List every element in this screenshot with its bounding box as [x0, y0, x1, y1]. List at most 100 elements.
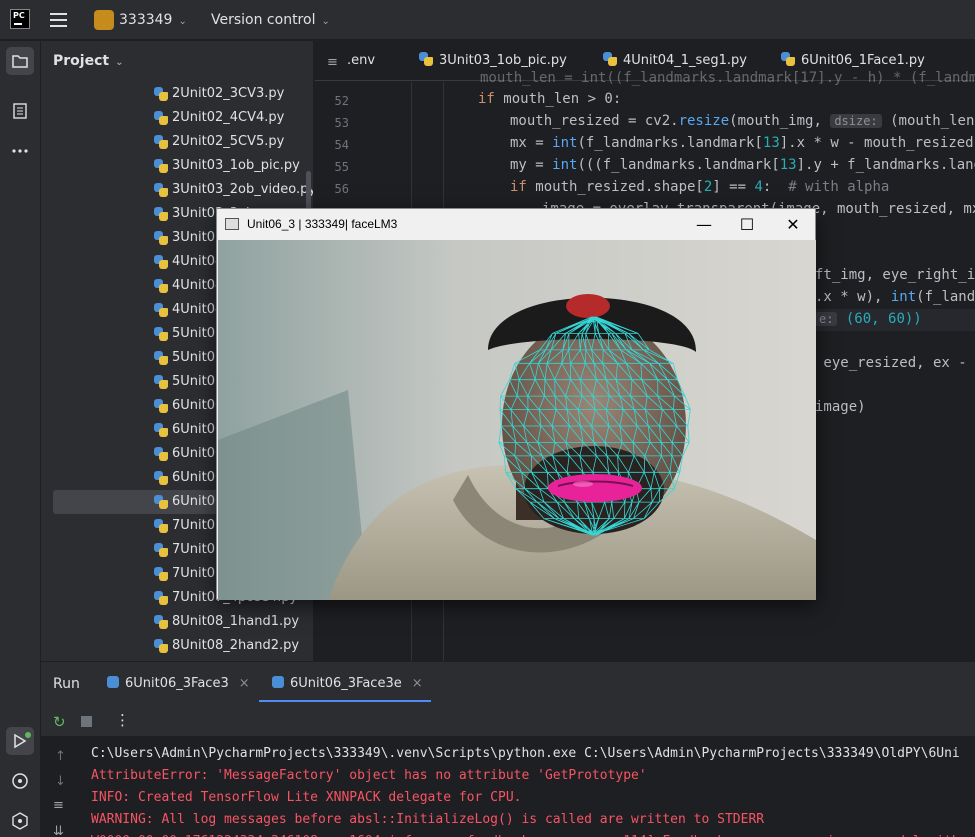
python-file-icon [154, 567, 168, 581]
code-line-56: if mouth_resized.shape[2] == 4: # with a… [510, 179, 890, 195]
project-switcher[interactable]: 333349 ⌄ [119, 12, 187, 28]
run-panel: Run 6Unit06_3Face3 × 6Unit06_3Face3e × ↻ ⋮… [41, 661, 975, 837]
line-number: 54 [334, 138, 349, 152]
file-tree-item[interactable]: 8Unit08_1hand1.py [53, 610, 311, 634]
python-run-icon [272, 676, 284, 688]
line-number: 52 [334, 94, 349, 108]
minimize-button[interactable]: — [689, 213, 719, 237]
code-line-53: mouth_resized = cv2.resize(mouth_img, ds… [510, 113, 975, 129]
python-run-icon [107, 676, 119, 688]
tab-label: 4Unit04_1_seg1.py [623, 53, 747, 68]
text-file-icon: ≡ [327, 55, 338, 70]
python-file-icon [154, 111, 168, 125]
file-tree-item[interactable]: 2Unit02_3CV3.py [53, 82, 311, 106]
file-name: 2Unit02_3CV3.py [172, 86, 285, 101]
chevron-down-icon: ⌄ [178, 16, 187, 27]
code-fragment: eye_resized, ex - 3 [815, 355, 975, 371]
python-file-icon [603, 52, 617, 66]
file-tree-item[interactable]: 2Unit02_5CV5.py [53, 130, 311, 154]
python-console-icon[interactable] [6, 767, 34, 795]
console-line: AttributeError: 'MessageFactory' object … [91, 768, 647, 783]
project-folder-icon[interactable] [6, 47, 34, 75]
file-tree-item[interactable]: 3Unit03_1ob_pic.py [53, 154, 311, 178]
python-file-icon [154, 135, 168, 149]
python-file-icon [154, 159, 168, 173]
run-tool-icon[interactable] [6, 727, 34, 755]
version-control-label: Version control [211, 12, 316, 28]
line-number: 53 [334, 116, 349, 130]
opencv-window[interactable]: Unit06_3 | 333349| faceLM3 — ☐ ✕ [216, 208, 816, 600]
window-title: Unit06_3 | 333349| faceLM3 [247, 217, 398, 231]
scroll-up-icon[interactable]: ↑ [55, 749, 66, 764]
python-file-icon [154, 279, 168, 293]
inlay-hint: dsize: [830, 114, 882, 128]
file-name: 3Unit03_2ob_video.py [172, 182, 314, 197]
scroll-down-icon[interactable]: ↓ [55, 774, 66, 789]
run-tab-face3[interactable]: 6Unit06_3Face3 × [107, 676, 250, 691]
chevron-down-icon: ⌄ [321, 16, 330, 27]
close-button[interactable]: ✕ [778, 213, 808, 237]
run-tab-label: 6Unit06_3Face3e [290, 676, 402, 691]
python-file-icon [154, 183, 168, 197]
code-fragment: image) [815, 399, 866, 415]
code-line-54: mx = int(f_landmarks.landmark[13].x * w … [510, 135, 975, 151]
python-file-icon [154, 519, 168, 533]
code-fragment: e: (60, 60)) [815, 311, 922, 327]
project-panel-header[interactable]: Project ⌄ [53, 53, 123, 69]
python-file-icon [154, 375, 168, 389]
tab-label: 6Unit06_1Face1.py [801, 53, 925, 68]
main-menu-icon[interactable] [50, 13, 67, 27]
python-file-icon [154, 351, 168, 365]
file-tree-item[interactable]: 2Unit02_4CV4.py [53, 106, 311, 130]
more-options-icon[interactable]: ⋮ [115, 711, 130, 729]
project-name: 333349 [119, 12, 173, 28]
line-number: 56 [334, 182, 349, 196]
python-file-icon [154, 615, 168, 629]
structure-icon[interactable] [6, 97, 34, 125]
python-file-icon [154, 327, 168, 341]
run-tab-face3e[interactable]: 6Unit06_3Face3e × [272, 676, 423, 691]
python-file-icon [154, 231, 168, 245]
line-number: 55 [334, 160, 349, 174]
file-name: 2Unit02_4CV4.py [172, 110, 285, 125]
soft-wrap-icon[interactable]: ≡ [53, 798, 64, 813]
file-name: 3Unit03_1ob_pic.py [172, 158, 300, 173]
python-file-icon [419, 52, 433, 66]
console-line: INFO: Created TensorFlow Lite XNNPACK de… [91, 790, 522, 805]
python-file-icon [154, 591, 168, 605]
run-panel-title: Run [53, 676, 80, 692]
file-tree-item[interactable]: 3Unit03_2ob_video.py [53, 178, 314, 202]
python-file-icon [154, 207, 168, 221]
maximize-button[interactable]: ☐ [732, 213, 762, 237]
webcam-image [218, 240, 816, 600]
project-panel-title: Project [53, 53, 110, 69]
python-file-icon [154, 471, 168, 485]
window-icon [225, 218, 239, 230]
close-icon[interactable]: × [412, 676, 423, 691]
chevron-down-icon: ⌄ [115, 57, 124, 68]
tab-env[interactable]: ≡ .env [327, 41, 375, 81]
scroll-to-end-icon[interactable]: ⇊ [53, 824, 64, 837]
python-file-icon [154, 447, 168, 461]
console-line: C:\Users\Admin\PycharmProjects\333349\.v… [91, 746, 960, 761]
tab-label: 3Unit03_1ob_pic.py [439, 53, 567, 68]
version-control-menu[interactable]: Version control ⌄ [211, 12, 330, 28]
rerun-icon[interactable]: ↻ [53, 713, 66, 731]
run-console[interactable]: ↻ ⋮ ↑ ↓ ≡ ⇊ C:\Users\Admin\PycharmProjec… [41, 706, 975, 837]
more-tools-icon[interactable] [6, 137, 34, 165]
close-icon[interactable]: × [239, 676, 250, 691]
file-tree-item[interactable]: 8Unit08_2hand2.py [53, 634, 311, 658]
code-fragment: .x * w), int(f_landm [815, 289, 975, 305]
code-line-55: my = int(((f_landmarks.landmark[13].y + … [510, 157, 975, 173]
lip-overlay [548, 474, 642, 502]
console-line: WARNING: All log messages before absl::I… [91, 812, 765, 827]
project-badge-icon[interactable] [94, 10, 114, 30]
python-file-icon [154, 303, 168, 317]
pycharm-logo-icon[interactable]: PC [10, 9, 30, 29]
stop-icon[interactable] [81, 716, 92, 727]
logo-text: PC [13, 11, 25, 20]
python-packages-icon[interactable] [6, 807, 34, 835]
code-fragment: ft_img, eye_right_im [815, 267, 975, 283]
tool-window-stripe [0, 41, 41, 837]
file-name: 8Unit08_1hand1.py [172, 614, 300, 629]
